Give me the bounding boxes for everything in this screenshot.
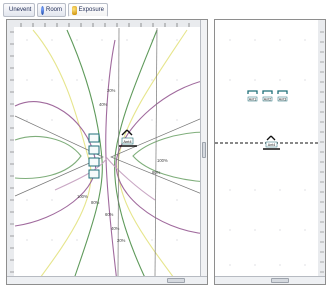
contour-green-line bbox=[66, 29, 103, 283]
tab-label: Room bbox=[45, 7, 62, 13]
exposure-contour-map[interactable]: Ant4 20% 40% 100% 80% 100% 80% 60% 40% 2… bbox=[7, 20, 208, 285]
antenna-box bbox=[88, 169, 100, 179]
tab-unevent[interactable]: Unevent bbox=[3, 3, 35, 17]
horizontal-scroll-thumb[interactable] bbox=[167, 278, 185, 283]
room-plan-canvas[interactable]: Ant1 Ant2 Ant3 Ant4 bbox=[215, 20, 326, 285]
antenna-label: Ant4 bbox=[123, 139, 132, 144]
contour-label: 60% bbox=[105, 212, 114, 217]
antenna-ant3[interactable]: Ant3 bbox=[277, 90, 288, 101]
contour-purple-line bbox=[54, 157, 156, 201]
contour-label: 100% bbox=[157, 158, 168, 163]
tab-label: Unevent bbox=[9, 7, 32, 13]
contour-label: 40% bbox=[111, 226, 120, 231]
antenna-box bbox=[88, 157, 100, 167]
contour-label: 80% bbox=[91, 200, 100, 205]
contour-label: 100% bbox=[77, 194, 88, 199]
tab-exposure[interactable]: Exposure bbox=[68, 3, 108, 17]
view-tab-bar: Unevent Room Exposure bbox=[0, 0, 329, 20]
horizontal-scrollbar[interactable] bbox=[7, 276, 207, 284]
horizontal-scrollbar[interactable] bbox=[215, 276, 325, 284]
tab-room[interactable]: Room bbox=[37, 3, 66, 17]
vertical-scroll-thumb[interactable] bbox=[202, 142, 206, 158]
antenna-label: Ant1 bbox=[249, 97, 256, 101]
contour-label: 80% bbox=[152, 170, 161, 175]
blue-circle-icon bbox=[41, 5, 44, 15]
horizontal-scroll-thumb[interactable] bbox=[271, 278, 289, 283]
contour-green-line bbox=[14, 136, 82, 179]
contour-label: 40% bbox=[99, 102, 108, 107]
antenna-ant1[interactable]: Ant1 bbox=[247, 90, 258, 101]
antenna-label: Ant4 bbox=[268, 143, 275, 147]
sun-icon bbox=[72, 5, 77, 15]
exposure-map-panel: Ant4 20% 40% 100% 80% 100% 80% 60% 40% 2… bbox=[6, 19, 208, 285]
contour-green-line bbox=[132, 131, 207, 183]
antenna-label: Ant2 bbox=[264, 97, 271, 101]
antenna-box bbox=[88, 133, 100, 143]
tab-label: Exposure bbox=[78, 7, 104, 13]
contour-label: 20% bbox=[117, 238, 126, 243]
antenna-box bbox=[88, 145, 100, 155]
antenna-label: Ant3 bbox=[279, 97, 286, 101]
contour-purple-line bbox=[105, 39, 118, 283]
contour-green-line bbox=[114, 29, 158, 283]
contour-green-line bbox=[117, 29, 188, 283]
vertical-scrollbar[interactable] bbox=[200, 20, 207, 276]
antenna-ant2[interactable]: Ant2 bbox=[262, 90, 273, 101]
contour-label: 20% bbox=[107, 88, 116, 93]
room-plan-panel: Ant1 Ant2 Ant3 Ant4 bbox=[214, 19, 326, 285]
